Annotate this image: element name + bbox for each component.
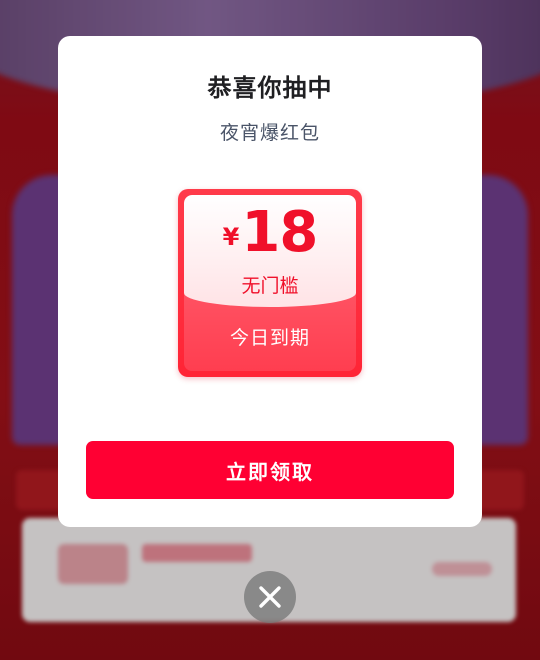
modal-subtitle: 夜宵爆红包 [219, 122, 320, 144]
coupon-condition: 无门槛 [241, 275, 299, 297]
close-icon [259, 586, 281, 608]
coupon-body: ¥18 无门槛 今日到期 [184, 195, 356, 371]
currency-symbol: ¥ [222, 223, 240, 251]
coupon-value: 18 [241, 200, 318, 265]
coupon-expiry: 今日到期 [229, 327, 310, 349]
coupon-amount: ¥18 [184, 201, 356, 265]
prize-modal: 恭喜你抽中 夜宵爆红包 ¥18 无门槛 今日到期 立即领取 [58, 36, 482, 527]
coupon-card: ¥18 无门槛 今日到期 [178, 189, 362, 377]
coupon-top: ¥18 无门槛 [184, 195, 356, 307]
modal-title: 恭喜你抽中 [207, 74, 333, 102]
claim-button[interactable]: 立即领取 [86, 441, 454, 499]
close-button[interactable] [244, 571, 296, 623]
